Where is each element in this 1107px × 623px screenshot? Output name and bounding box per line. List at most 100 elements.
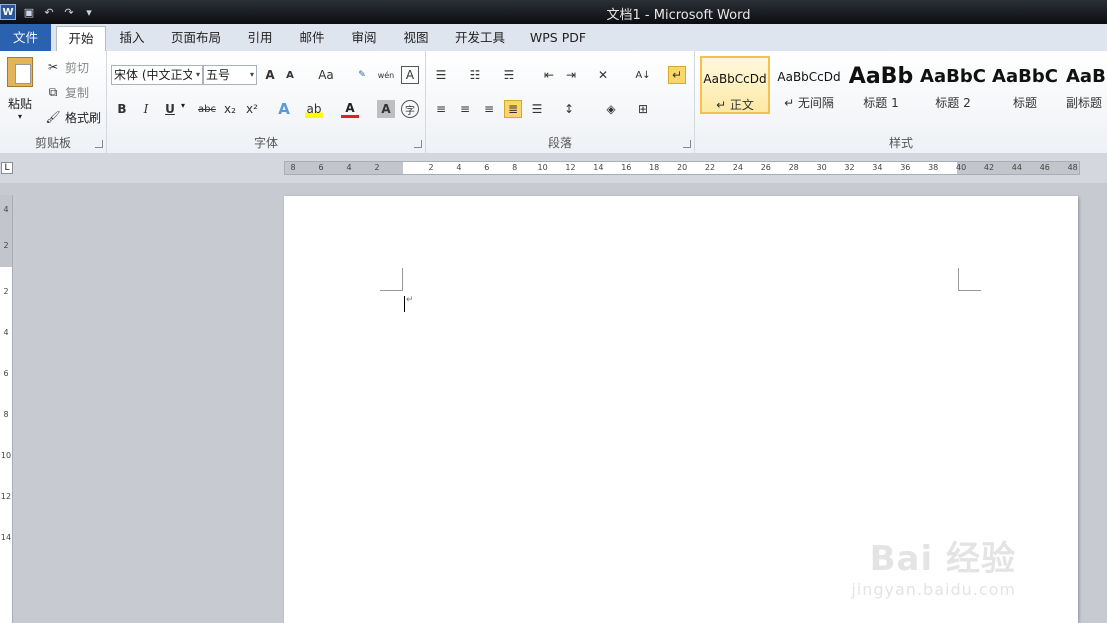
style-subtitle[interactable]: AaB 副标题 (1062, 56, 1107, 114)
cut-button[interactable]: ✂ 剪切 (44, 57, 89, 77)
tab-review[interactable]: 审阅 (340, 26, 388, 50)
subscript-button[interactable]: x₂ (221, 100, 239, 118)
char-border-icon[interactable]: A (401, 66, 419, 84)
clear-format-icon[interactable]: ✎ (353, 66, 371, 84)
superscript-button[interactable]: x² (243, 100, 261, 118)
style-label: 标题 2 (935, 96, 971, 110)
clipboard-group: 粘贴 ▾ ✂ 剪切 ⧉ 复制 🖌 格式刷 剪贴板 (0, 51, 107, 153)
paste-dropdown-icon[interactable]: ▾ (4, 112, 36, 121)
ruler-tick-label: 18 (649, 163, 660, 172)
multilevel-list-icon[interactable]: ☴ (500, 66, 518, 84)
bullets-icon[interactable]: ☰ (432, 66, 450, 84)
font-group-label: 字体 (253, 136, 278, 150)
ruler-tick-label: 2 (374, 163, 380, 172)
style-preview: AaBbC (992, 66, 1058, 87)
show-marks-icon[interactable]: ↵ (668, 66, 686, 84)
tab-selector[interactable]: L (1, 162, 13, 174)
tab-file[interactable]: 文件 (0, 24, 51, 51)
style-title[interactable]: AaBbC 标题 (990, 56, 1060, 114)
numbering-icon[interactable]: ☷ (466, 66, 484, 84)
align-left-icon[interactable]: ≡ (432, 100, 450, 118)
ruler-tick-label: 20 (677, 163, 688, 172)
style-label: ↵ 正文 (716, 98, 754, 112)
paste-button[interactable]: 粘贴 ▾ (4, 55, 36, 123)
brush-icon: 🖌 (45, 110, 61, 124)
ruler-tick-label: 4 (3, 205, 9, 214)
tab-developer[interactable]: 开发工具 (446, 26, 514, 50)
ruler-tick-label: 16 (621, 163, 632, 172)
tab-references[interactable]: 引用 (236, 26, 284, 50)
underline-button[interactable]: U (161, 100, 179, 118)
style-heading-2[interactable]: AaBbC 标题 2 (918, 56, 988, 114)
shrink-font-icon[interactable]: A (281, 66, 299, 84)
chevron-down-icon: ▾ (195, 70, 200, 79)
document-page[interactable]: ↵ Bai 经验 jingyan.baidu.com (284, 196, 1078, 623)
highlight-icon[interactable]: ab (305, 100, 323, 118)
change-case-icon[interactable]: Aa (313, 66, 339, 84)
ruler-tick-label: 2 (3, 287, 9, 296)
clipboard-group-label: 剪贴板 (34, 136, 71, 150)
grow-font-icon[interactable]: A (261, 66, 279, 84)
chevron-down-icon[interactable]: ▾ (181, 101, 185, 110)
paragraph-launcher-icon[interactable] (683, 140, 691, 148)
tab-page-layout[interactable]: 页面布局 (164, 26, 228, 50)
paragraph-group-label: 段落 (547, 136, 572, 150)
copy-button[interactable]: ⧉ 复制 (44, 82, 89, 102)
ruler-tick-label: 12 (565, 163, 576, 172)
char-shading-icon[interactable]: A (377, 100, 395, 118)
tab-view[interactable]: 视图 (392, 26, 440, 50)
ruler-tick-label: 6 (3, 369, 9, 378)
vertical-ruler[interactable]: 4 2 2 4 6 8 10 12 14 (0, 195, 13, 623)
font-color-icon[interactable]: A (341, 100, 359, 118)
text-cursor (404, 296, 405, 312)
ruler-tick-label: 4 (456, 163, 462, 172)
style-label: 标题 1 (863, 96, 899, 110)
font-launcher-icon[interactable] (414, 140, 422, 148)
font-group: 宋体 (中文正文) ▾ 五号 ▾ A A Aa ✎ wén A B I U ▾ ab… (107, 51, 426, 153)
scissors-icon: ✂ (47, 60, 59, 74)
window-title: 文档1 - Microsoft Word (606, 8, 751, 23)
borders-icon[interactable]: ⊞ (634, 100, 652, 118)
style-preview: AaBbC (920, 66, 986, 87)
text-effects-icon[interactable]: A (275, 100, 293, 118)
clipboard-icon (7, 57, 33, 87)
line-spacing-icon[interactable]: ↕ (560, 100, 578, 118)
shading-icon[interactable]: ◈ (602, 100, 620, 118)
watermark-brand: Bai 经验 (869, 539, 1016, 579)
ruler-tick-label: 8 (512, 163, 518, 172)
ruler-tick-label: 40 (956, 163, 967, 172)
font-size-combo[interactable]: 五号 ▾ (203, 65, 257, 85)
chinese-layout-icon[interactable]: ✕ (594, 66, 612, 84)
sort-icon[interactable]: A↓ (634, 66, 652, 84)
enclose-char-icon[interactable]: 字 (401, 100, 419, 118)
font-name-combo[interactable]: 宋体 (中文正文) ▾ (111, 65, 203, 85)
distributed-icon[interactable]: ☰ (528, 100, 546, 118)
italic-button[interactable]: I (137, 100, 155, 118)
align-center-icon[interactable]: ≡ (456, 100, 474, 118)
ruler-tick-label: 14 (0, 533, 12, 542)
style-heading-1[interactable]: AaBb 标题 1 (846, 56, 916, 114)
ruler-tick-label: 10 (0, 451, 12, 460)
style-normal[interactable]: AaBbCcDd ↵ 正文 (700, 56, 770, 114)
style-label: ↵ 无间隔 (784, 96, 834, 110)
ruler-tick-label: 26 (760, 163, 771, 172)
decrease-indent-icon[interactable]: ⇤ (540, 66, 558, 84)
increase-indent-icon[interactable]: ⇥ (562, 66, 580, 84)
format-painter-button[interactable]: 🖌 格式刷 (44, 107, 101, 127)
styles-gallery: AaBbCcDd ↵ 正文 AaBbCcDd ↵ 无间隔 AaBb 标题 1 A… (700, 56, 1107, 116)
tab-mailings[interactable]: 邮件 (288, 26, 336, 50)
pinyin-guide-icon[interactable]: wén (377, 66, 395, 84)
style-no-spacing[interactable]: AaBbCcDd ↵ 无间隔 (774, 56, 844, 114)
ruler-tick-label: 2 (428, 163, 434, 172)
tab-wps-pdf[interactable]: WPS PDF (522, 26, 594, 50)
justify-icon[interactable]: ≣ (504, 100, 522, 118)
horizontal-ruler[interactable]: 8 6 4 2 2 4 6 8 10 12 14 16 18 20 22 24 26 28 30 32 34 36 38 40… (284, 161, 1080, 175)
align-right-icon[interactable]: ≡ (480, 100, 498, 118)
strikethrough-button[interactable]: abc (195, 100, 219, 118)
bold-button[interactable]: B (113, 100, 131, 118)
tab-insert[interactable]: 插入 (108, 26, 156, 50)
ruler-tick-label: 46 (1039, 163, 1050, 172)
clipboard-launcher-icon[interactable] (95, 140, 103, 148)
tab-home[interactable]: 开始 (56, 26, 106, 53)
style-label: 副标题 (1066, 96, 1103, 110)
